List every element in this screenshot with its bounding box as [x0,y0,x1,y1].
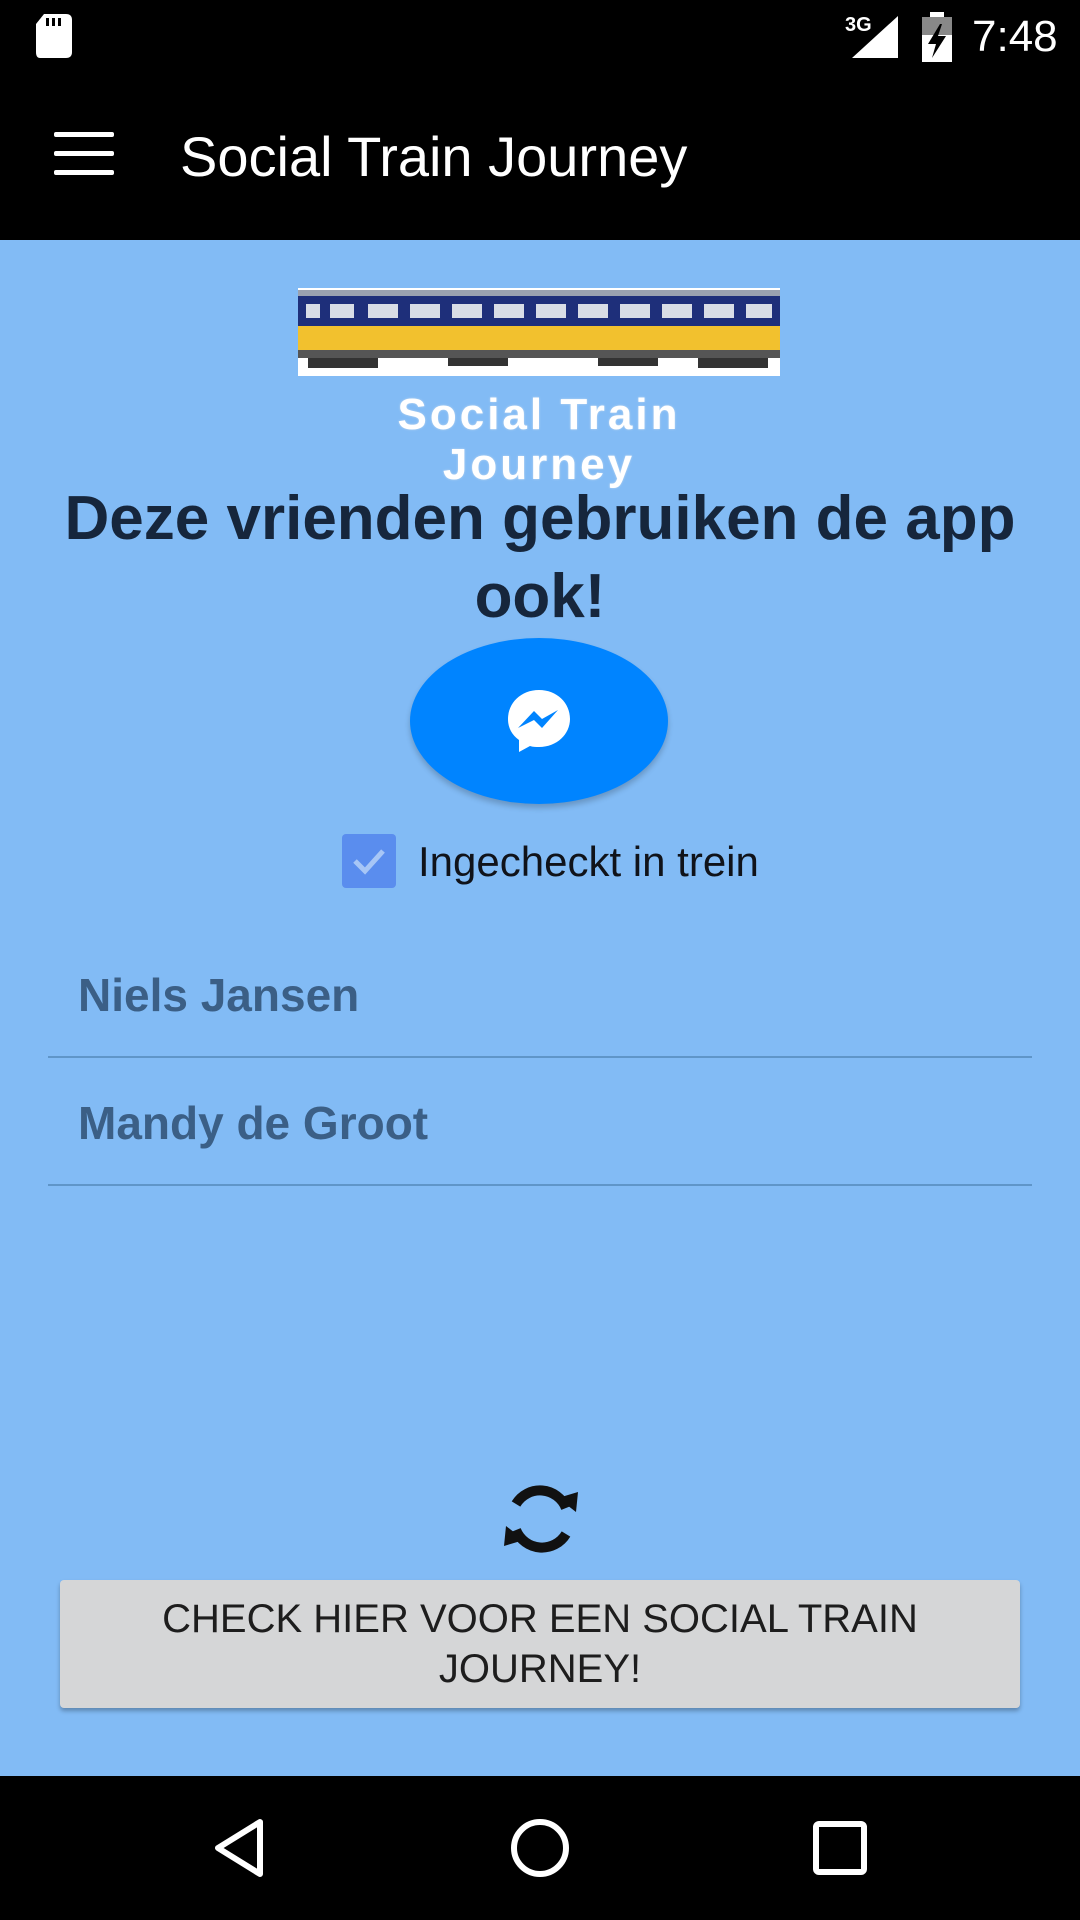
check-journey-button-label: CHECK HIER VOOR EEN SOCIAL TRAIN JOURNEY… [162,1597,918,1691]
checked-in-row: Ingecheckt in trein [342,834,862,894]
friends-heading: Deze vrienden gebruiken de app ook! [64,484,1016,631]
app-bar: Social Train Journey [0,74,1080,240]
status-clock: 7:48 [972,12,1058,61]
signal-icon [852,16,898,58]
navigation-bar [0,1776,1080,1920]
home-icon[interactable] [508,1816,572,1880]
list-item[interactable]: Niels Jansen [48,930,1032,1058]
friend-name: Mandy de Groot [78,1097,429,1149]
train-illustration [298,288,780,376]
sd-card-icon [36,14,72,58]
friend-name: Niels Jansen [78,969,360,1021]
status-bar: 3G 7:48 [0,0,1080,74]
logo-text: Social Train Journey [397,390,681,489]
hamburger-menu-icon[interactable] [54,132,114,176]
messenger-icon [508,690,570,752]
back-icon[interactable] [210,1816,274,1880]
app-title: Social Train Journey [180,125,688,188]
main-content: Social Train Journey Deze vrienden gebru… [0,240,1080,1776]
checkmark-icon [353,849,385,875]
checked-in-label: Ingecheckt in trein [418,838,759,885]
check-journey-button[interactable]: CHECK HIER VOOR EEN SOCIAL TRAIN JOURNEY… [60,1580,1020,1708]
list-item[interactable]: Mandy de Groot [48,1058,1032,1186]
checked-in-checkbox[interactable] [342,834,396,888]
train-logo-image [298,288,780,376]
battery-charging-icon [922,12,952,62]
recents-icon[interactable] [808,1816,872,1880]
messenger-button[interactable] [410,638,668,804]
friend-list: Niels Jansen Mandy de Groot [48,930,1032,1186]
refresh-icon[interactable] [500,1478,582,1560]
